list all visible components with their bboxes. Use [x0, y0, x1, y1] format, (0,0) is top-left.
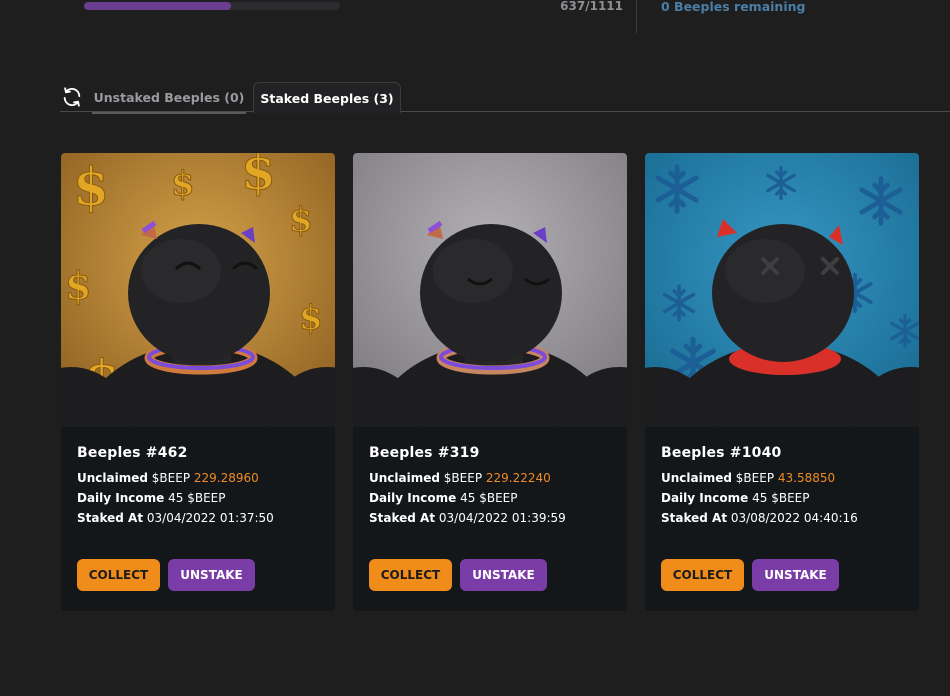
staked-at-row: Staked At 03/08/2022 04:40:16	[661, 508, 903, 528]
currency-label: $BEEP	[771, 491, 810, 505]
beeple-card: Beeples #319 Unclaimed $BEEP 229.22240 D…	[353, 153, 627, 611]
collect-button[interactable]: COLLECT	[661, 559, 744, 591]
svg-text:$: $	[241, 153, 276, 201]
daily-income-label: Daily Income	[77, 491, 165, 505]
currency-label: $BEEP	[479, 491, 518, 505]
collect-button[interactable]: COLLECT	[369, 559, 452, 591]
remaining-count: 0 Beeples remaining	[661, 0, 806, 14]
staked-beeples-grid: $ $ $ $ $ $ $ $	[61, 153, 919, 611]
divider	[636, 0, 637, 33]
tab-staked-beeples[interactable]: Staked Beeples (3)	[253, 82, 401, 113]
unclaimed-label: Unclaimed	[77, 471, 148, 485]
unstake-button[interactable]: UNSTAKE	[752, 559, 839, 591]
beeple-name: Beeples #462	[77, 445, 188, 461]
mint-progress-bar	[84, 2, 340, 10]
currency-label: $BEEP	[443, 471, 483, 485]
currency-label: $BEEP	[735, 471, 775, 485]
mint-count: 637/1111	[560, 0, 623, 13]
staked-at-label: Staked At	[369, 511, 436, 525]
svg-text:$: $	[73, 157, 109, 218]
beeple-nft-image	[353, 153, 627, 427]
daily-income-label: Daily Income	[661, 491, 749, 505]
mint-progress-fill	[84, 2, 231, 10]
svg-text:$: $	[289, 200, 313, 240]
currency-label: $BEEP	[151, 471, 191, 485]
currency-label: $BEEP	[187, 491, 226, 505]
daily-income-value: 45	[460, 491, 476, 505]
daily-income-value: 45	[752, 491, 768, 505]
beeple-nft-image: $ $ $ $ $ $ $ $	[61, 153, 335, 427]
tab-unstaked-beeples[interactable]: Unstaked Beeples (0)	[92, 82, 246, 114]
unclaimed-row: Unclaimed $BEEP 229.22240	[369, 468, 611, 488]
staked-at-label: Staked At	[661, 511, 728, 525]
staked-at-row: Staked At 03/04/2022 01:39:59	[369, 508, 611, 528]
beeple-card: $ $ $ $ $ $ $ $	[61, 153, 335, 611]
beeple-nft-image	[645, 153, 919, 427]
unclaimed-row: Unclaimed $BEEP 229.28960	[77, 468, 319, 488]
staked-at-value: 03/04/2022 01:39:59	[438, 511, 566, 525]
staked-at-value: 03/04/2022 01:37:50	[146, 511, 274, 525]
svg-text:$: $	[299, 298, 323, 338]
unclaimed-label: Unclaimed	[369, 471, 440, 485]
unclaimed-value: 229.22240	[485, 471, 551, 485]
staked-at-label: Staked At	[77, 511, 144, 525]
daily-income-row: Daily Income 45 $BEEP	[369, 488, 611, 508]
unclaimed-value: 229.28960	[193, 471, 259, 485]
collect-button[interactable]: COLLECT	[77, 559, 160, 591]
refresh-button[interactable]	[60, 85, 84, 109]
daily-income-label: Daily Income	[369, 491, 457, 505]
unclaimed-value: 43.58850	[777, 471, 836, 485]
unstake-button[interactable]: UNSTAKE	[460, 559, 547, 591]
unstake-button[interactable]: UNSTAKE	[168, 559, 255, 591]
beeple-card: Beeples #1040 Unclaimed $BEEP 43.58850 D…	[645, 153, 919, 611]
tab-bar: Unstaked Beeples (0) Staked Beeples (3)	[60, 80, 950, 114]
daily-income-value: 45	[168, 491, 184, 505]
beeple-name: Beeples #319	[369, 445, 480, 461]
beeple-name: Beeples #1040	[661, 445, 782, 461]
refresh-icon	[63, 87, 81, 107]
unclaimed-row: Unclaimed $BEEP 43.58850	[661, 468, 903, 488]
svg-text:$: $	[171, 164, 195, 204]
staked-at-row: Staked At 03/04/2022 01:37:50	[77, 508, 319, 528]
staked-at-value: 03/08/2022 04:40:16	[730, 511, 858, 525]
unclaimed-label: Unclaimed	[661, 471, 732, 485]
svg-text:$: $	[65, 263, 91, 308]
daily-income-row: Daily Income 45 $BEEP	[661, 488, 903, 508]
daily-income-row: Daily Income 45 $BEEP	[77, 488, 319, 508]
